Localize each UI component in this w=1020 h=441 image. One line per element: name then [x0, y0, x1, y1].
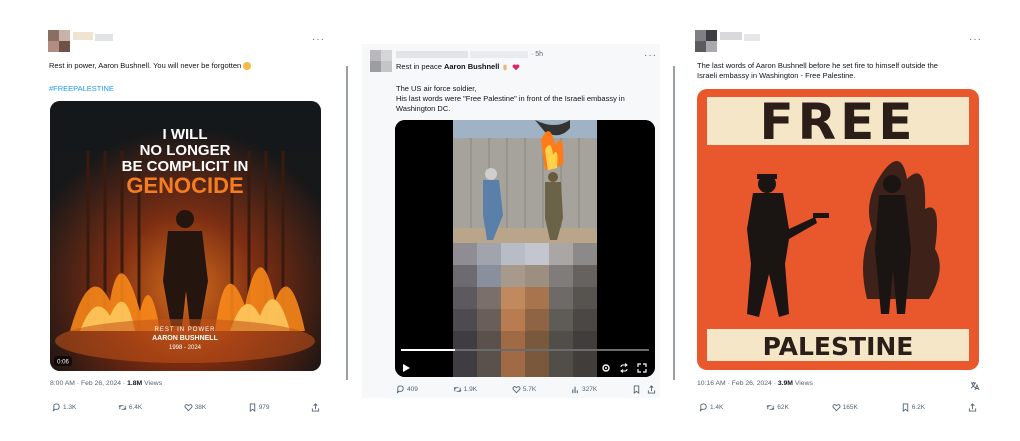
translate-icon: [970, 382, 980, 391]
tweet-card-1[interactable]: ··· Rest in power, Aaron Bushnell. You w…: [40, 26, 328, 422]
action-bar: 1.4K 62K 165K 6.2K: [699, 403, 977, 412]
panel-divider: [346, 66, 348, 380]
poster-line: I WILL: [163, 126, 208, 143]
tweet-card-2[interactable]: · 5h ··· Rest in peace Aaron Bushnell Th…: [362, 44, 660, 398]
heart-icon: [512, 386, 521, 394]
loop-button[interactable]: [619, 360, 629, 377]
heart-icon: [832, 404, 841, 412]
reply-icon: [699, 403, 707, 412]
post-time[interactable]: · 5h: [531, 51, 543, 58]
tweet-text: The last words of Aaron Bushnell before …: [697, 61, 938, 70]
share-icon: [311, 403, 320, 412]
tweet-text: The US air force soldier,: [396, 84, 477, 93]
play-button[interactable]: [401, 360, 411, 377]
mentioned-name: Aaron Bushnell: [443, 62, 500, 71]
genocide-poster-image: I WILL NO LONGER BE COMPLICIT IN GENOCID…: [50, 101, 321, 371]
repost-icon: [118, 405, 127, 410]
poster-footer: PALESTINE: [763, 332, 914, 361]
view-count: 3.9M: [777, 380, 793, 387]
repost-icon: [453, 387, 462, 392]
more-options-icon[interactable]: ···: [969, 34, 982, 45]
heart-icon: [184, 404, 193, 412]
gear-icon: [602, 364, 610, 372]
share-icon: [968, 403, 977, 412]
action-bar: 409 1.9K 5.7K 327K: [396, 385, 656, 394]
tweet-text: Rest in power, Aaron Bushnell. You will …: [49, 61, 252, 71]
tweet-card-3[interactable]: ··· The last words of Aaron Bushnell bef…: [688, 26, 988, 422]
bookmark-button[interactable]: 6.2K: [901, 403, 925, 412]
poster-heading: FREE: [760, 93, 917, 151]
reply-button[interactable]: 409: [396, 385, 418, 394]
share-button[interactable]: [311, 403, 320, 412]
bookmark-icon: [902, 403, 908, 412]
poster-caption: AARON BUSHNELL: [152, 335, 218, 342]
free-palestine-poster-image: FREE PALESTINE: [697, 89, 979, 370]
share-icon[interactable]: [647, 385, 656, 394]
red-heart-icon: [512, 64, 520, 71]
panel-divider: [673, 66, 675, 380]
tweet-text: Israeli embassy in Washington - Free Pal…: [697, 71, 856, 80]
reply-icon: [396, 385, 404, 394]
tweet-meta: 10:16 AM · Feb 26, 2024 · 3.9M Views: [697, 380, 813, 387]
handle-redacted: [470, 51, 528, 58]
video-duration: 0:06: [57, 360, 69, 366]
play-icon: [403, 364, 410, 372]
like-button[interactable]: 5.7K: [512, 385, 536, 394]
avatar[interactable]: [48, 30, 70, 52]
analytics-icon: [572, 386, 578, 394]
poster-highlight: GENOCIDE: [126, 173, 243, 198]
video-frame-image: [395, 120, 655, 377]
tweet-text: Washington DC.: [396, 104, 451, 113]
handle-redacted: [744, 34, 760, 41]
more-options-icon[interactable]: ···: [644, 50, 657, 61]
fullscreen-button[interactable]: [637, 360, 647, 377]
tweet-text: His last words were "Free Palestine" in …: [396, 94, 625, 103]
bookmark-icon: [249, 403, 255, 412]
tweet-image[interactable]: FREE PALESTINE: [697, 89, 979, 370]
hand-emoji-icon: [503, 64, 508, 71]
bookmark-button[interactable]: 979: [248, 403, 270, 412]
repost-button[interactable]: 62K: [766, 403, 789, 412]
emoji-icon: [243, 62, 252, 71]
username-redacted: [720, 32, 742, 40]
like-button[interactable]: 38K: [184, 403, 206, 412]
repost-button[interactable]: 6.4K: [118, 403, 142, 412]
expand-icon: [637, 363, 647, 373]
video-settings-button[interactable]: [601, 360, 611, 377]
repost-icon: [766, 405, 775, 410]
translate-button[interactable]: [970, 378, 980, 396]
tweet-text-lead: Rest in peace Aaron Bushnell: [396, 62, 520, 72]
tweet-video[interactable]: [395, 120, 655, 377]
reply-icon: [52, 403, 60, 412]
poster-caption: REST IN POWER: [155, 327, 216, 333]
username-redacted: [73, 32, 93, 40]
avatar[interactable]: [370, 50, 392, 72]
repost-button[interactable]: 1.9K: [453, 385, 477, 394]
timestamp[interactable]: 8:00 AM · Feb 26, 2024 ·: [50, 380, 127, 387]
bookmark-icon[interactable]: [632, 385, 641, 394]
reply-button[interactable]: 1.4K: [699, 403, 723, 412]
share-button[interactable]: [968, 403, 977, 412]
handle-redacted: [95, 34, 113, 41]
tweet-video[interactable]: I WILL NO LONGER BE COMPLICIT IN GENOCID…: [50, 101, 321, 371]
loop-icon: [620, 363, 628, 373]
views-button[interactable]: 327K: [571, 385, 597, 394]
poster-line: NO LONGER: [140, 142, 231, 159]
tweet-meta: 8:00 AM · Feb 26, 2024 · 1.8M Views: [50, 380, 163, 387]
view-count: 1.8M: [127, 380, 143, 387]
poster-caption: 1998 - 2024: [169, 345, 202, 351]
bookmark-share-group: [632, 385, 656, 394]
like-button[interactable]: 165K: [832, 403, 858, 412]
reply-button[interactable]: 1.3K: [52, 403, 76, 412]
timestamp[interactable]: 10:16 AM · Feb 26, 2024 ·: [697, 380, 778, 387]
username-redacted: [396, 51, 468, 58]
avatar[interactable]: [695, 30, 717, 52]
hashtag-link[interactable]: #FREEPALESTINE: [49, 84, 114, 93]
more-options-icon[interactable]: ···: [312, 34, 325, 45]
action-bar: 1.3K 6.4K 38K 979: [52, 403, 320, 412]
